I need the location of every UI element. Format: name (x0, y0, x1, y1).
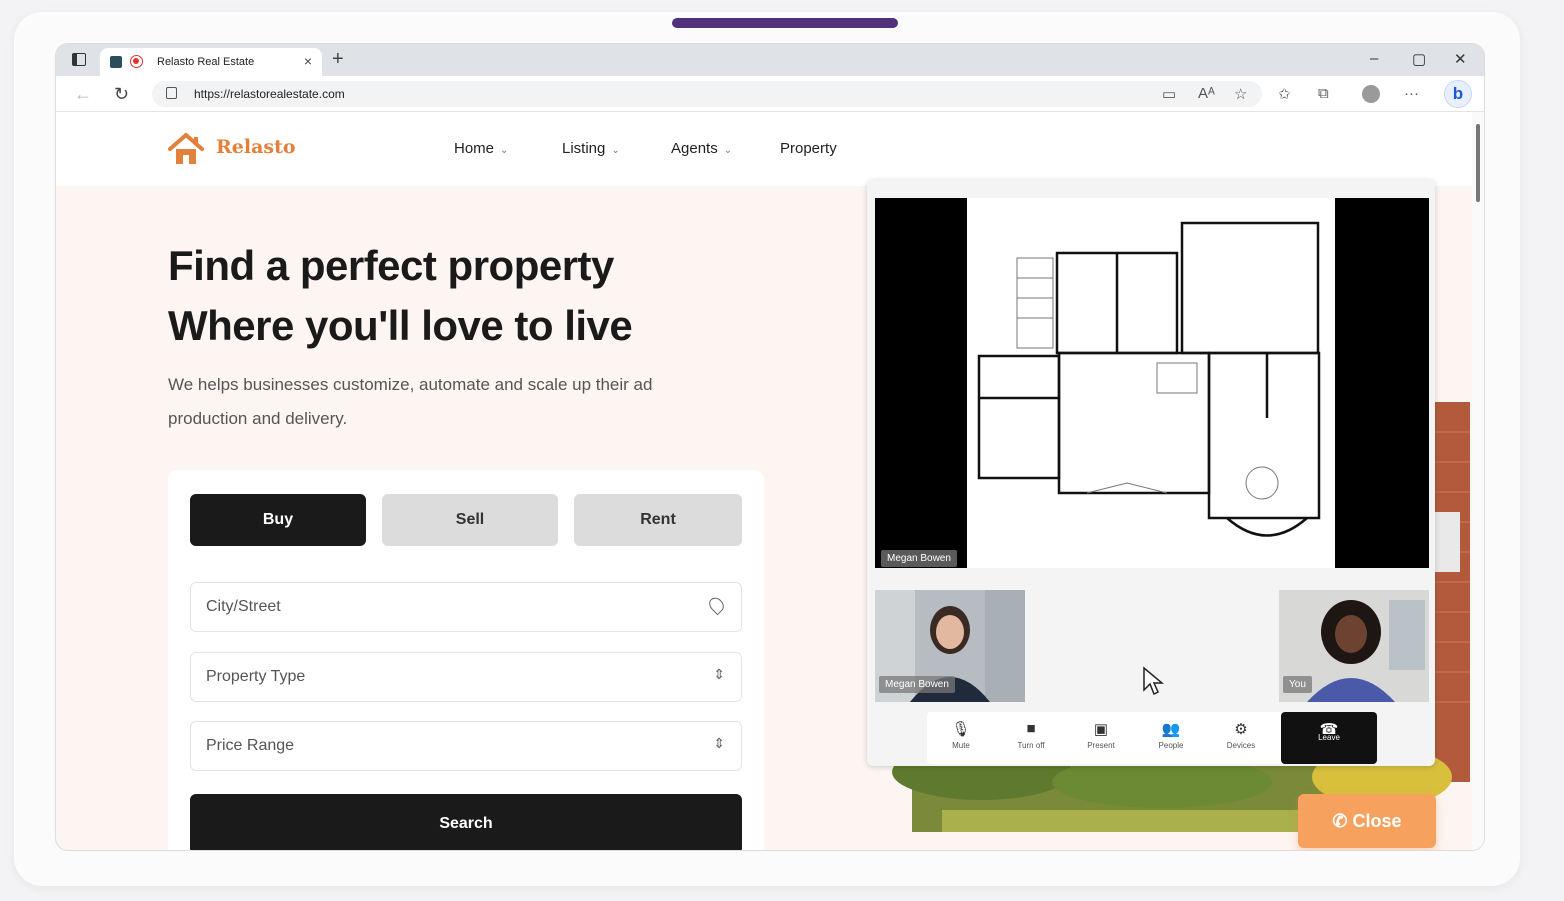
property-type-select[interactable]: Property Type ⇕ (190, 652, 742, 702)
nav-listing-label: Listing (562, 140, 606, 157)
back-icon[interactable]: ← (74, 84, 92, 105)
url-text: https://relastorealestate.com (194, 87, 345, 101)
people-icon: 👥 (1161, 721, 1181, 738)
more-icon[interactable]: ··· (1404, 85, 1419, 102)
present-label: Present (1087, 741, 1115, 750)
tab-rent[interactable]: Rent (574, 494, 742, 546)
presenter-name-tag: Megan Bowen (881, 550, 957, 567)
refresh-icon[interactable]: ↻ (114, 84, 129, 105)
mic-icon: 🎙 (951, 721, 971, 738)
gear-icon: ⚙ (1234, 721, 1248, 738)
house-logo-icon[interactable] (168, 132, 204, 166)
collections-icon[interactable]: ⧉ (1318, 85, 1329, 102)
close-window-button[interactable]: ✕ (1454, 50, 1467, 68)
tab-buy[interactable]: Buy (190, 494, 366, 546)
device-handle-bar (672, 18, 898, 28)
minimize-button[interactable]: – (1370, 50, 1378, 67)
video-icon: ■ (1026, 720, 1036, 737)
chevron-down-icon: ⌄ (723, 145, 733, 156)
people-button[interactable]: 👥 People (1141, 720, 1201, 750)
devices-label: Devices (1226, 741, 1256, 750)
logo-text[interactable]: Relasto (216, 136, 296, 158)
location-pin-icon (706, 594, 727, 616)
hero-title-line1: Find a perfect property (168, 242, 614, 289)
mute-button[interactable]: 🎙 Mute (931, 720, 991, 750)
nav-listing[interactable]: Listing ⌄ (562, 140, 620, 157)
participant-tile-megan[interactable]: Megan Bowen (875, 590, 1025, 702)
close-call-button[interactable]: ✆ Close (1298, 794, 1436, 848)
nav-property[interactable]: Property (780, 140, 837, 157)
participant-name-megan: Megan Bowen (879, 676, 955, 693)
mute-label: Mute (952, 741, 970, 750)
page-scrollbar[interactable] (1472, 112, 1484, 850)
participant-tile-you[interactable]: You (1279, 590, 1429, 702)
tab-title: Relasto Real Estate (157, 56, 255, 68)
nav-agents[interactable]: Agents ⌄ (671, 140, 732, 157)
call-controls: 🎙 Mute ■ Turn off ▣ Present 👥 People ⚙ D… (927, 712, 1377, 764)
mouse-cursor-icon (1143, 666, 1164, 696)
hero-title: Find a perfect property Where you'll lov… (168, 236, 633, 356)
url-field[interactable]: https://relastorealestate.com (152, 81, 1262, 107)
people-label: People (1158, 741, 1184, 750)
city-street-placeholder: City/Street (206, 598, 281, 615)
city-street-input[interactable]: City/Street (190, 582, 742, 632)
price-range-value: Price Range (206, 737, 295, 754)
participant-name-you: You (1283, 676, 1312, 693)
profile-icon[interactable] (1362, 85, 1380, 103)
site-navbar: Relasto Home ⌄ Listing ⌄ Agents ⌄ Property (56, 112, 1472, 186)
browser-tab[interactable]: Relasto Real Estate × (100, 48, 322, 76)
lock-icon (166, 87, 177, 99)
chevron-down-icon: ⌄ (500, 145, 509, 156)
tab-actions-icon[interactable] (72, 53, 86, 66)
camera-icon[interactable]: ▭ (1162, 85, 1176, 103)
tab-bar: Relasto Real Estate × + – ▢ ✕ (56, 44, 1484, 76)
tab-sell[interactable]: Sell (382, 494, 558, 546)
add-favorite-icon[interactable]: ☆ (1234, 85, 1247, 103)
read-aloud-icon[interactable]: Aᴬ (1198, 85, 1215, 102)
hang-up-icon: ☎ (1319, 721, 1339, 738)
floor-plan-image (967, 198, 1335, 568)
bing-icon[interactable]: b (1444, 80, 1472, 108)
nav-agents-label: Agents (671, 140, 718, 157)
devices-button[interactable]: ⚙ Devices (1211, 720, 1271, 750)
close-label: Close (1352, 811, 1402, 831)
restore-button[interactable]: ▢ (1412, 50, 1426, 68)
nav-home[interactable]: Home ⌄ (454, 140, 508, 157)
present-button[interactable]: ▣ Present (1071, 720, 1131, 750)
phone-icon: ✆ (1332, 811, 1348, 831)
favorites-icon[interactable]: ✩ (1278, 85, 1291, 103)
leave-button[interactable]: ☎ Leave (1281, 712, 1377, 764)
present-icon: ▣ (1093, 721, 1109, 738)
address-bar: ← ↻ https://relastorealestate.com ▭ Aᴬ ☆… (56, 76, 1484, 112)
hero-subtitle: We helps businesses customize, automate … (168, 375, 653, 428)
chevron-down-icon: ⌄ (611, 145, 620, 156)
recording-icon (130, 55, 143, 68)
property-type-value: Property Type (206, 668, 306, 685)
browser-window: Relasto Real Estate × + – ▢ ✕ ← ↻ https:… (56, 44, 1484, 850)
select-arrows-icon: ⇕ (713, 735, 725, 751)
favicon-icon (110, 56, 122, 68)
search-button[interactable]: Search (190, 794, 742, 850)
turn-off-video-button[interactable]: ■ Turn off (1001, 720, 1061, 750)
web-page: Relasto Home ⌄ Listing ⌄ Agents ⌄ Property … (56, 112, 1472, 850)
price-range-select[interactable]: Price Range ⇕ (190, 721, 742, 771)
turn-off-label: Turn off (1017, 741, 1045, 750)
search-card: Buy Sell Rent City/Street Property Type … (168, 470, 764, 850)
new-tab-button[interactable]: + (332, 48, 344, 70)
select-arrows-icon: ⇕ (713, 666, 725, 682)
nav-home-label: Home (454, 140, 495, 157)
screen-share: Megan Bowen (875, 198, 1429, 568)
scrollbar-thumb[interactable] (1476, 124, 1480, 202)
leave-label: Leave (1318, 733, 1340, 742)
tab-close-icon[interactable]: × (304, 53, 312, 69)
hero-title-line2: Where you'll love to live (168, 302, 633, 349)
